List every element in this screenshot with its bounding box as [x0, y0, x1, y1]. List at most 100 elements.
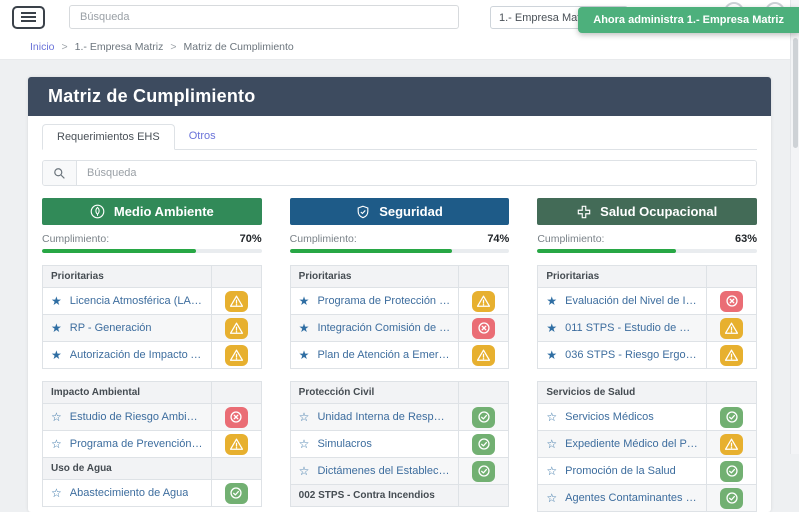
- star-filled-icon[interactable]: ★: [546, 322, 557, 334]
- status-error-icon[interactable]: [225, 407, 248, 428]
- star-outline-icon[interactable]: ☆: [546, 465, 557, 477]
- requirements-table: Impacto Ambiental☆Estudio de Riesgo Ambi…: [42, 381, 262, 507]
- status-cell: [211, 315, 261, 341]
- status-warning-icon[interactable]: [720, 318, 743, 339]
- status-warning-icon[interactable]: [472, 291, 495, 312]
- requirement-link[interactable]: Programa de Prevención de Accidentes: [70, 438, 203, 450]
- star-outline-icon[interactable]: ☆: [299, 411, 310, 423]
- category-header: Salud Ocupacional: [537, 198, 757, 225]
- status-warning-icon[interactable]: [225, 291, 248, 312]
- section-header-row: 002 STPS - Contra Incendios: [291, 484, 509, 506]
- star-filled-icon[interactable]: ★: [299, 295, 310, 307]
- star-outline-icon[interactable]: ☆: [546, 411, 557, 423]
- status-warning-icon[interactable]: [225, 434, 248, 455]
- status-warning-icon[interactable]: [720, 345, 743, 366]
- status-cell: [211, 458, 261, 479]
- requirement-link[interactable]: Evaluación del Nivel de Iluminación: [565, 295, 698, 307]
- requirement-link[interactable]: Plan de Atención a Emergencias: [317, 349, 450, 361]
- requirement-link[interactable]: Agentes Contaminantes Biológicos: [565, 492, 698, 504]
- requirement-link[interactable]: Autorización de Impacto Ambiental: [70, 349, 203, 361]
- requirement-link[interactable]: RP - Generación: [70, 322, 152, 334]
- matrix-search-input[interactable]: [77, 161, 756, 185]
- progress-fill: [42, 249, 196, 253]
- requirement-link[interactable]: 011 STPS - Estudio de Ruido Laboral: [565, 322, 698, 334]
- menu-button[interactable]: [12, 6, 45, 29]
- status-ok-icon[interactable]: [472, 434, 495, 455]
- requirement-link[interactable]: Simulacros: [317, 438, 371, 450]
- page-scrollbar[interactable]: [790, 0, 799, 454]
- requirement-row: ★ 036 STPS - Riesgo Ergonómico: [538, 341, 756, 368]
- requirement-row: ☆ Programa de Prevención de Accidentes: [43, 430, 261, 457]
- star-filled-icon[interactable]: ★: [299, 349, 310, 361]
- star-outline-icon[interactable]: ☆: [299, 465, 310, 477]
- status-cell: [458, 342, 508, 368]
- requirement-main: ☆ Servicios Médicos: [538, 404, 706, 430]
- compliance-row: Cumplimiento:63%: [537, 233, 757, 245]
- status-warning-icon[interactable]: [225, 318, 248, 339]
- requirement-link[interactable]: Integración Comisión de Seguridad: [317, 322, 450, 334]
- star-outline-icon[interactable]: ☆: [51, 487, 62, 499]
- status-ok-icon[interactable]: [472, 461, 495, 482]
- requirement-row: ★ Integración Comisión de Seguridad: [291, 314, 509, 341]
- star-filled-icon[interactable]: ★: [51, 295, 62, 307]
- requirement-link[interactable]: 036 STPS - Riesgo Ergonómico: [565, 349, 698, 361]
- star-filled-icon[interactable]: ★: [546, 349, 557, 361]
- status-warning-icon[interactable]: [472, 345, 495, 366]
- status-cell: [458, 315, 508, 341]
- status-ok-icon[interactable]: [472, 407, 495, 428]
- requirement-row: ☆ Expediente Médico del Personal: [538, 430, 756, 457]
- requirement-link[interactable]: Unidad Interna de Respuesta Inmediata: [317, 411, 450, 423]
- breadcrumb-item[interactable]: Inicio: [30, 41, 55, 53]
- requirement-link[interactable]: Estudio de Riesgo Ambiental: [70, 411, 203, 423]
- requirement-main: ★ 011 STPS - Estudio de Ruido Laboral: [538, 315, 706, 341]
- section-header-row: Uso de Agua: [43, 457, 261, 479]
- star-outline-icon[interactable]: ☆: [546, 492, 557, 504]
- star-outline-icon[interactable]: ☆: [51, 438, 62, 450]
- tab-requerimientos-ehs[interactable]: Requerimientos EHS: [42, 124, 175, 150]
- status-cell: [706, 431, 756, 457]
- status-cell: [706, 315, 756, 341]
- card-body: Requerimientos EHSOtros Medio AmbienteCu…: [28, 116, 771, 512]
- matrix-search-group: [42, 160, 757, 186]
- requirement-link[interactable]: Promoción de la Salud: [565, 465, 676, 477]
- status-cell: [706, 288, 756, 314]
- compliance-value: 74%: [487, 233, 509, 245]
- status-error-icon[interactable]: [472, 318, 495, 339]
- status-warning-icon[interactable]: [720, 434, 743, 455]
- status-ok-icon[interactable]: [720, 488, 743, 509]
- status-cell: [211, 288, 261, 314]
- progress-fill: [537, 249, 675, 253]
- requirement-link[interactable]: Abastecimiento de Agua: [70, 487, 189, 499]
- star-outline-icon[interactable]: ☆: [546, 438, 557, 450]
- star-outline-icon[interactable]: ☆: [299, 438, 310, 450]
- star-filled-icon[interactable]: ★: [546, 295, 557, 307]
- requirement-link[interactable]: Licencia Atmosférica (LAU-LF): [70, 295, 203, 307]
- star-outline-icon[interactable]: ☆: [51, 411, 62, 423]
- requirement-main: ☆ Expediente Médico del Personal: [538, 431, 706, 457]
- global-search-input[interactable]: [69, 5, 459, 29]
- requirement-link[interactable]: Programa de Protección Civil: [317, 295, 450, 307]
- status-warning-icon[interactable]: [225, 345, 248, 366]
- section-header-label: Prioritarias: [291, 266, 459, 287]
- compliance-label: Cumplimiento:: [290, 233, 357, 245]
- status-ok-icon[interactable]: [720, 407, 743, 428]
- status-ok-icon[interactable]: [720, 461, 743, 482]
- page-title: Matriz de Cumplimiento: [28, 77, 771, 116]
- scrollbar-thumb[interactable]: [793, 38, 798, 148]
- status-cell: [706, 458, 756, 484]
- requirement-link[interactable]: Servicios Médicos: [565, 411, 654, 423]
- requirement-link[interactable]: Dictámenes del Establecimiento: [317, 465, 450, 477]
- requirement-link[interactable]: Expediente Médico del Personal: [565, 438, 698, 450]
- section-header-label: Protección Civil: [291, 382, 459, 403]
- star-filled-icon[interactable]: ★: [51, 349, 62, 361]
- category-header: Seguridad: [290, 198, 510, 225]
- status-ok-icon[interactable]: [225, 483, 248, 504]
- status-error-icon[interactable]: [720, 291, 743, 312]
- requirements-table: Prioritarias★Evaluación del Nivel de Ilu…: [537, 265, 757, 369]
- breadcrumb-item: Matriz de Cumplimiento: [183, 41, 293, 53]
- compliance-matrix-card: Matriz de Cumplimiento Requerimientos EH…: [28, 77, 771, 512]
- status-cell: [458, 288, 508, 314]
- star-filled-icon[interactable]: ★: [299, 322, 310, 334]
- star-filled-icon[interactable]: ★: [51, 322, 62, 334]
- tab-otros[interactable]: Otros: [175, 124, 230, 149]
